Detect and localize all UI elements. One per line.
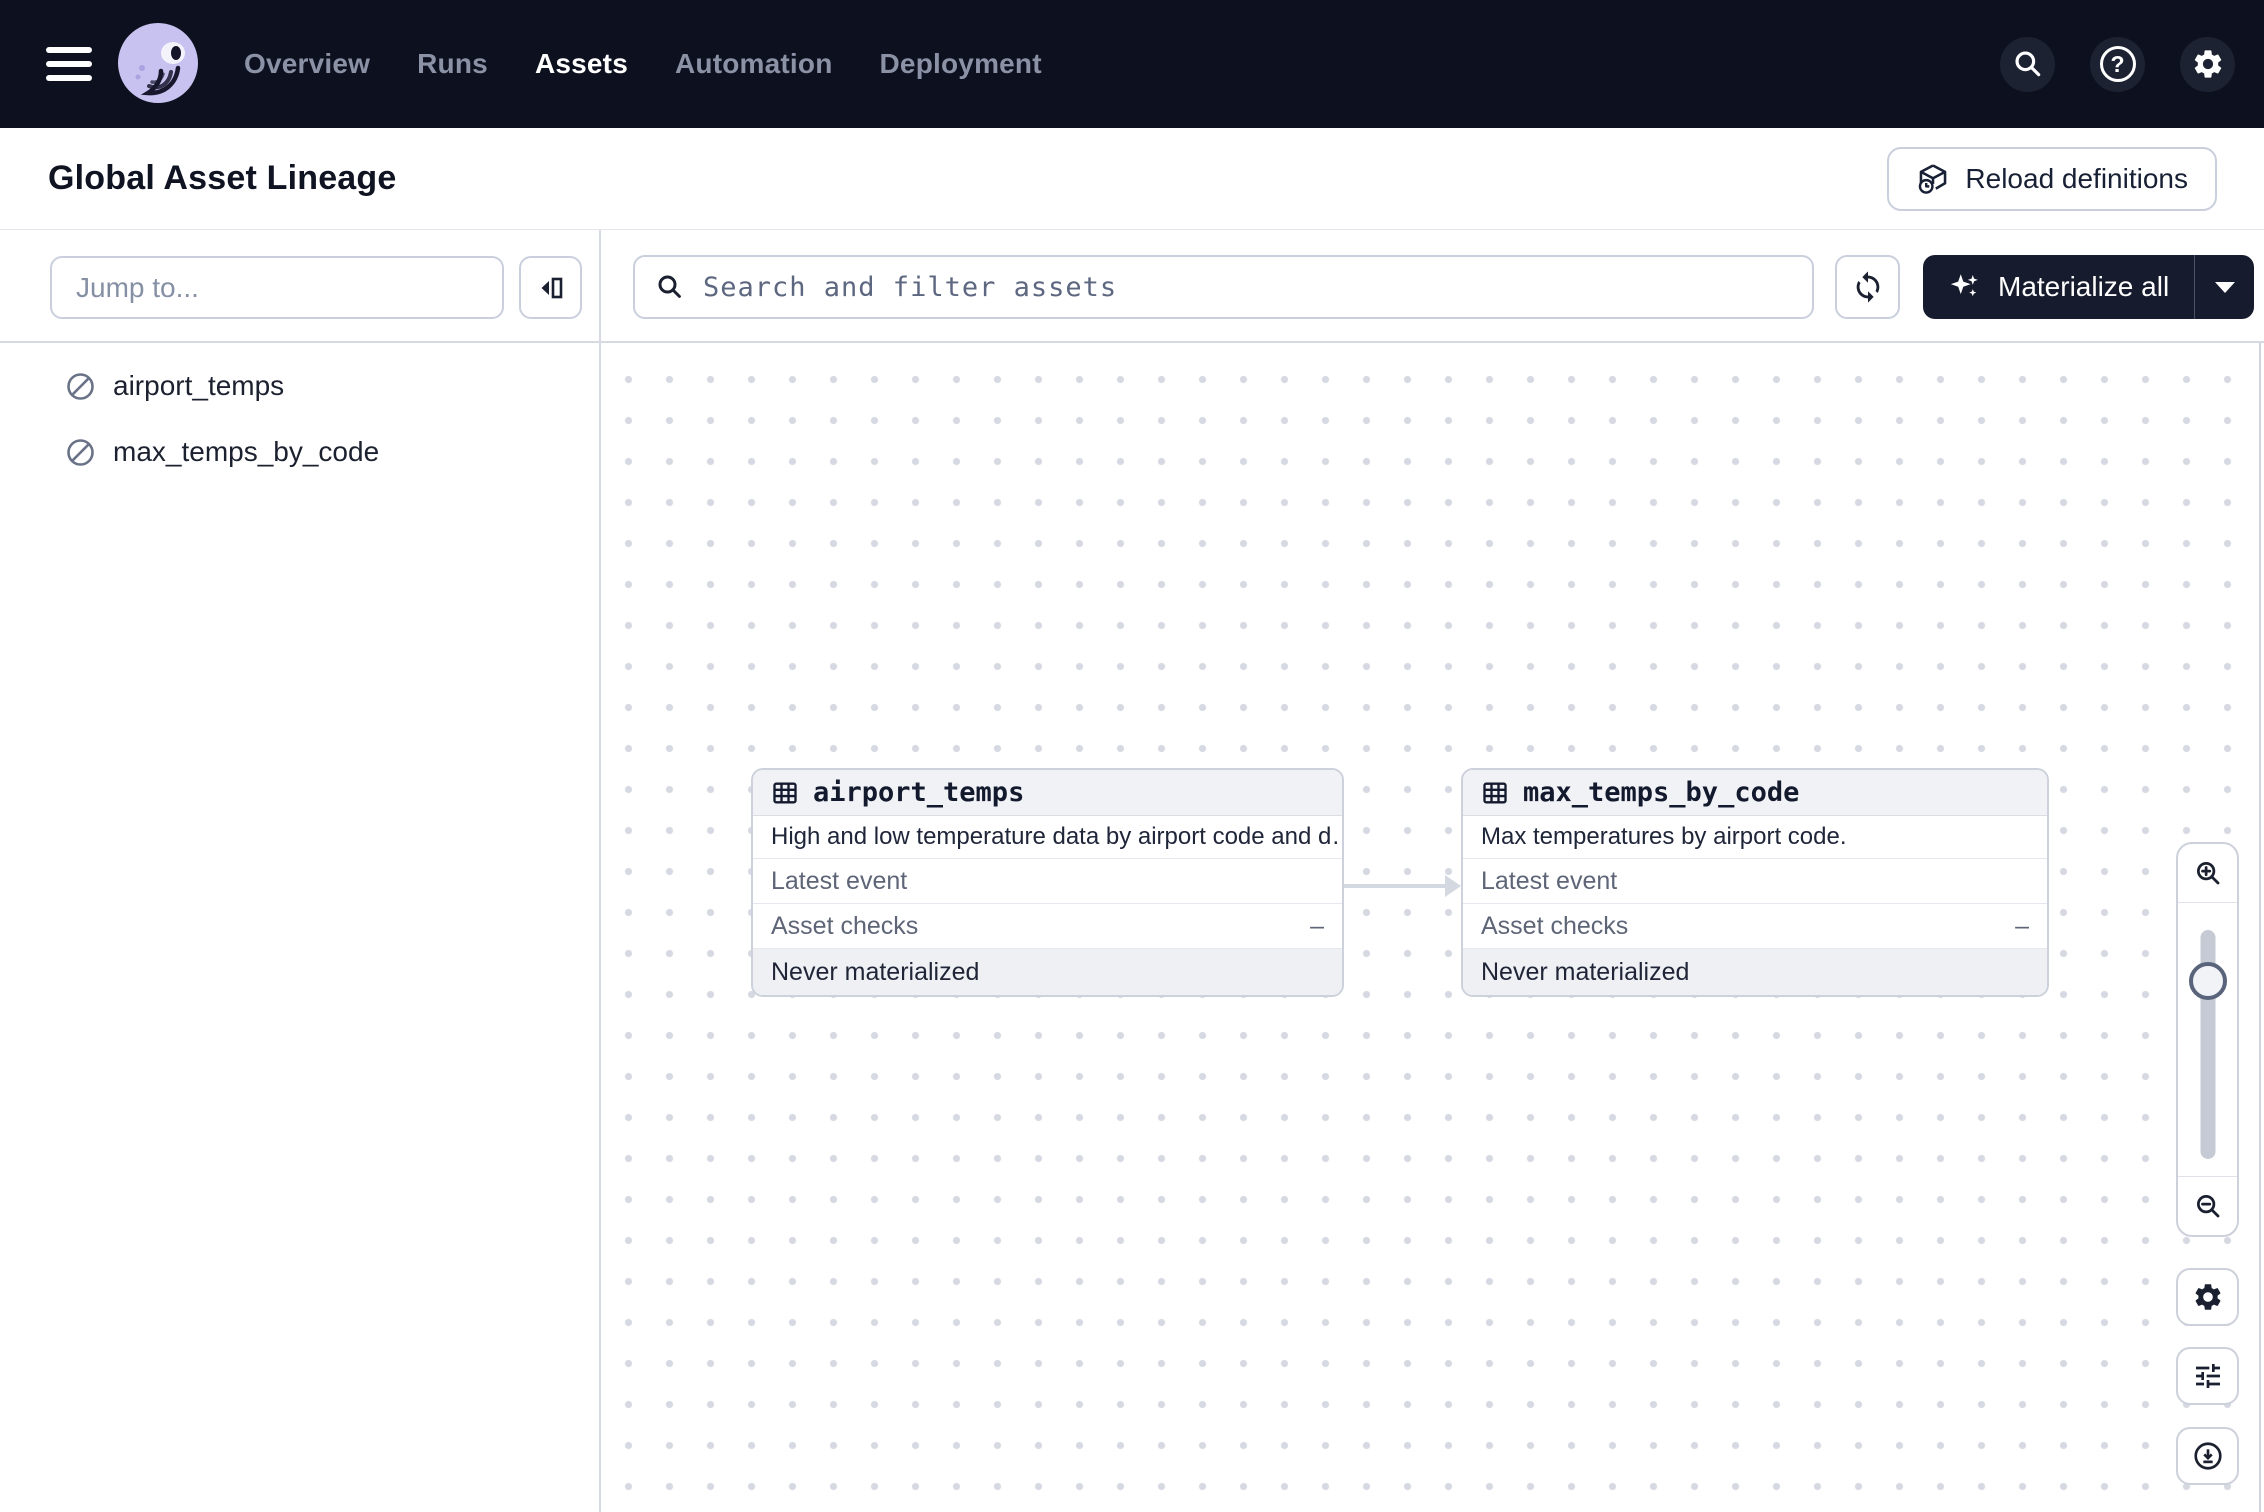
lineage-canvas[interactable]: airport_temps High and low temperature d… bbox=[601, 343, 2264, 1512]
asset-checks-row: Asset checks – bbox=[1463, 904, 2047, 949]
asset-list-item-airport-temps[interactable]: airport_temps bbox=[0, 353, 599, 419]
asset-checks-label: Asset checks bbox=[1481, 912, 1628, 941]
gear-icon bbox=[2191, 47, 2225, 81]
asset-node-header: airport_temps bbox=[753, 770, 1342, 816]
asset-node-header: max_temps_by_code bbox=[1463, 770, 2047, 816]
latest-event-label: Latest event bbox=[771, 867, 907, 896]
lineage-edge bbox=[1344, 884, 1446, 888]
asset-node-airport-temps[interactable]: airport_temps High and low temperature d… bbox=[751, 768, 1344, 997]
latest-event-row: Latest event bbox=[1463, 859, 2047, 904]
search-icon bbox=[2012, 48, 2044, 80]
graph-settings-button[interactable] bbox=[2176, 1268, 2239, 1326]
asset-node-description: High and low temperature data by airport… bbox=[753, 816, 1342, 859]
zoom-slider-thumb[interactable] bbox=[2189, 962, 2227, 1000]
help-button[interactable]: ? bbox=[2090, 37, 2145, 92]
zoom-slider[interactable] bbox=[2178, 903, 2237, 1176]
asset-name: airport_temps bbox=[113, 370, 284, 402]
graph-filters-button[interactable] bbox=[2176, 1347, 2239, 1405]
asset-node-max-temps-by-code[interactable]: max_temps_by_code Max temperatures by ai… bbox=[1461, 768, 2049, 997]
gear-icon bbox=[2192, 1281, 2224, 1313]
page-title: Global Asset Lineage bbox=[48, 159, 397, 198]
nav-link-deployment[interactable]: Deployment bbox=[880, 48, 1042, 80]
asset-node-description: Max temperatures by airport code. bbox=[1463, 816, 2047, 859]
asset-list-item-max-temps-by-code[interactable]: max_temps_by_code bbox=[0, 419, 599, 485]
nav-link-automation[interactable]: Automation bbox=[675, 48, 833, 80]
nav-link-overview[interactable]: Overview bbox=[244, 48, 370, 80]
top-nav: Overview Runs Assets Automation Deployme… bbox=[0, 0, 2264, 128]
materialization-status: Never materialized bbox=[753, 949, 1342, 995]
zoom-out-icon bbox=[2193, 1191, 2223, 1221]
download-image-button[interactable] bbox=[2176, 1427, 2239, 1485]
asset-checks-value: – bbox=[2015, 912, 2029, 941]
materialization-status: Never materialized bbox=[1463, 949, 2047, 995]
search-icon bbox=[655, 272, 685, 302]
nav-link-runs[interactable]: Runs bbox=[417, 48, 488, 80]
asset-checks-value: – bbox=[1310, 912, 1324, 941]
page-header: Global Asset Lineage Reload definitions bbox=[0, 128, 2264, 230]
hamburger-icon[interactable] bbox=[46, 39, 92, 89]
search-assets-input[interactable] bbox=[701, 271, 1812, 304]
sidebar-toolbar bbox=[0, 230, 599, 343]
download-icon bbox=[2192, 1440, 2224, 1472]
help-icon: ? bbox=[2100, 46, 2136, 82]
lineage-panel: Materialize all airp bbox=[601, 230, 2264, 1512]
asset-search-box bbox=[633, 255, 1814, 319]
asset-unmaterialized-icon bbox=[65, 437, 96, 468]
reload-definitions-icon bbox=[1916, 162, 1950, 196]
graph-toolbar: Materialize all bbox=[601, 230, 2264, 343]
refresh-button[interactable] bbox=[1835, 255, 1900, 319]
asset-checks-row: Asset checks – bbox=[753, 904, 1342, 949]
table-icon bbox=[1481, 779, 1509, 807]
asset-unmaterialized-icon bbox=[65, 371, 96, 402]
asset-sidebar: airport_temps max_temps_by_code bbox=[0, 230, 601, 1512]
refresh-icon bbox=[1851, 270, 1885, 304]
asset-name: max_temps_by_code bbox=[113, 436, 379, 468]
latest-event-row: Latest event bbox=[753, 859, 1342, 904]
zoom-panel bbox=[2176, 842, 2239, 1237]
reload-definitions-button[interactable]: Reload definitions bbox=[1887, 147, 2217, 211]
nav-link-assets[interactable]: Assets bbox=[535, 48, 628, 80]
chevron-down-icon bbox=[2215, 282, 2235, 293]
reload-definitions-label: Reload definitions bbox=[1965, 163, 2188, 195]
canvas-right-border bbox=[2259, 343, 2261, 1512]
zoom-in-button[interactable] bbox=[2178, 844, 2237, 903]
nav-actions: ? bbox=[2000, 37, 2235, 92]
main-content: airport_temps max_temps_by_code bbox=[0, 230, 2264, 1512]
search-button[interactable] bbox=[2000, 37, 2055, 92]
jump-to-input[interactable] bbox=[50, 256, 504, 319]
materialize-all-button[interactable]: Materialize all bbox=[1923, 255, 2194, 319]
materialize-options-button[interactable] bbox=[2194, 255, 2254, 319]
dagster-logo[interactable] bbox=[116, 22, 200, 106]
latest-event-label: Latest event bbox=[1481, 867, 1617, 896]
collapse-panel-icon bbox=[535, 272, 567, 304]
settings-button[interactable] bbox=[2180, 37, 2235, 92]
asset-checks-label: Asset checks bbox=[771, 912, 918, 941]
asset-list: airport_temps max_temps_by_code bbox=[0, 343, 599, 485]
table-icon bbox=[771, 779, 799, 807]
sparkle-icon bbox=[1948, 270, 1982, 304]
materialize-all-split-button: Materialize all bbox=[1923, 255, 2254, 319]
asset-node-title: airport_temps bbox=[813, 777, 1024, 808]
zoom-out-button[interactable] bbox=[2178, 1176, 2237, 1235]
materialize-all-label: Materialize all bbox=[1998, 271, 2169, 303]
collapse-panel-button[interactable] bbox=[519, 256, 582, 319]
tune-icon bbox=[2192, 1360, 2224, 1392]
asset-node-title: max_temps_by_code bbox=[1523, 777, 1799, 808]
zoom-in-icon bbox=[2193, 858, 2223, 888]
primary-nav: Overview Runs Assets Automation Deployme… bbox=[244, 48, 1042, 80]
edge-arrow-icon bbox=[1445, 875, 1461, 897]
